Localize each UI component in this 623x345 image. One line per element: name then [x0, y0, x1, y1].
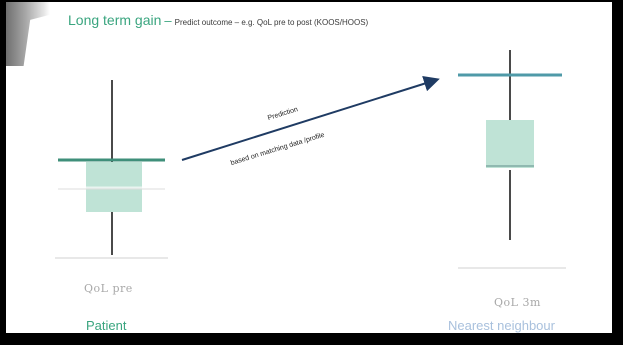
- frame-top: [0, 0, 623, 2]
- right-box: [486, 120, 534, 168]
- slide: Long term gain – Predict outcome – e.g. Qo…: [0, 0, 623, 345]
- right-boxplot: [458, 50, 566, 269]
- frame-bottom: [0, 333, 623, 345]
- left-axis-label: QoL pre: [84, 282, 133, 295]
- right-axis-label: QoL 3m: [494, 296, 541, 309]
- frame-right: [612, 0, 623, 345]
- right-caption: Nearest neighbour: [448, 318, 555, 333]
- frame-left: [0, 0, 6, 345]
- left-boxplot: [55, 80, 168, 259]
- prediction-arrow: [181, 75, 440, 161]
- left-caption: Patient: [86, 318, 127, 333]
